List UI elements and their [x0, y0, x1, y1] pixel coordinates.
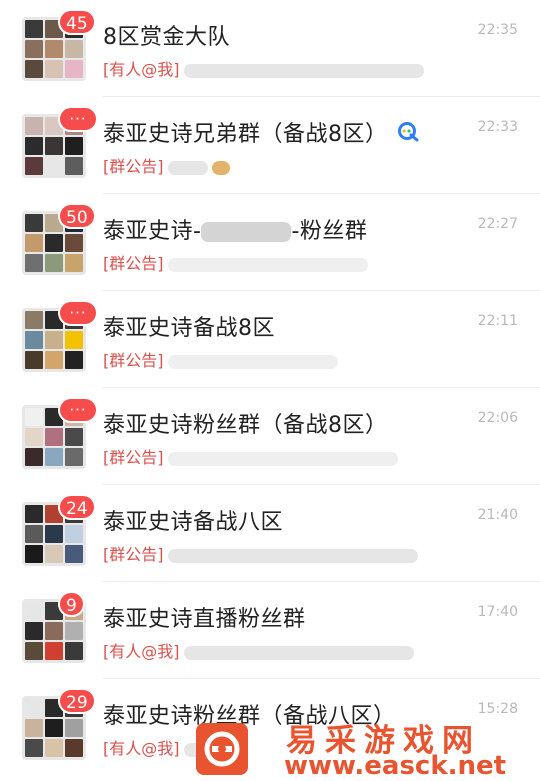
blurred-emoji [211, 160, 230, 175]
chat-time: 22:35 [477, 22, 518, 38]
chat-time: 22:06 [477, 410, 518, 426]
chat-preview: [群公告] [103, 347, 338, 371]
chat-title: 泰亚史诗直播粉丝群 [103, 607, 306, 632]
chat-title: 泰亚史诗兄弟群（备战8区） [103, 116, 420, 149]
blurred-text [183, 645, 414, 660]
preview-tag: [有人@我] [103, 60, 180, 79]
chat-title: 泰亚史诗粉丝群（备战8区） [103, 413, 388, 438]
unread-badge: 9 [58, 591, 85, 617]
blurred-text [167, 257, 368, 272]
unread-badge: 24 [58, 494, 96, 520]
chat-time: 22:33 [477, 119, 518, 135]
preview-tag: [群公告] [103, 545, 164, 564]
chat-title-suffix: -粉丝群 [291, 219, 368, 244]
site-watermark: 易采游戏网 www.easck.net [190, 713, 540, 781]
blurred-name [201, 222, 292, 242]
blurred-text [183, 63, 424, 78]
chat-preview: [群公告] [103, 250, 368, 274]
watermark-url: www.easck.net [284, 751, 507, 781]
chat-time: 22:27 [477, 216, 518, 232]
chat-row[interactable]: 45 8区赏金大队 22:35 [有人@我] [0, 0, 540, 97]
preview-tag: [群公告] [103, 157, 164, 176]
chat-preview: [群公告] [103, 541, 418, 565]
preview-tag: [群公告] [103, 254, 164, 273]
blurred-text [167, 451, 398, 466]
chat-time: 22:11 [477, 313, 518, 329]
chat-row[interactable]: ··· 泰亚史诗粉丝群（备战8区） 22:06 [群公告] [0, 388, 540, 485]
unread-badge: 45 [58, 9, 96, 35]
chat-preview: [群公告] [103, 444, 398, 468]
unread-badge: ··· [58, 397, 98, 423]
blurred-text [167, 354, 338, 369]
chat-preview: [有人@我] [103, 638, 414, 662]
unread-badge: 50 [58, 203, 96, 229]
preview-tag: [群公告] [103, 448, 164, 467]
chat-title-text: 泰亚史诗- [103, 219, 202, 244]
blurred-text [167, 160, 208, 175]
chat-row[interactable]: 50 泰亚史诗- -粉丝群 22:27 [群公告] [0, 194, 540, 291]
assistant-icon [396, 121, 420, 149]
chat-title: 泰亚史诗- -粉丝群 [103, 213, 367, 245]
chat-title: 泰亚史诗备战8区 [103, 316, 275, 341]
chat-time: 21:40 [477, 507, 518, 523]
chat-time: 17:40 [477, 604, 518, 620]
preview-tag: [群公告] [103, 351, 164, 370]
chat-preview: [有人@我] [103, 56, 424, 80]
chat-row[interactable]: ··· 泰亚史诗兄弟群（备战8区） 22:33 [群公告] [0, 97, 540, 194]
site-logo-icon [196, 723, 248, 775]
preview-tag: [有人@我] [103, 739, 180, 758]
unread-badge: ··· [58, 300, 98, 326]
unread-badge: 29 [58, 688, 96, 714]
chat-preview: [群公告] [103, 153, 230, 177]
chat-row[interactable]: ··· 泰亚史诗备战8区 22:11 [群公告] [0, 291, 540, 388]
blurred-text [167, 548, 418, 563]
chat-title: 8区赏金大队 [103, 25, 230, 50]
chat-row[interactable]: 9 泰亚史诗直播粉丝群 17:40 [有人@我] [0, 582, 540, 679]
preview-tag: [有人@我] [103, 642, 180, 661]
unread-badge: ··· [58, 106, 98, 132]
chat-title-text: 泰亚史诗兄弟群（备战8区） [103, 122, 388, 147]
chat-title: 泰亚史诗备战八区 [103, 510, 284, 535]
chat-row[interactable]: 24 泰亚史诗备战八区 21:40 [群公告] [0, 485, 540, 582]
